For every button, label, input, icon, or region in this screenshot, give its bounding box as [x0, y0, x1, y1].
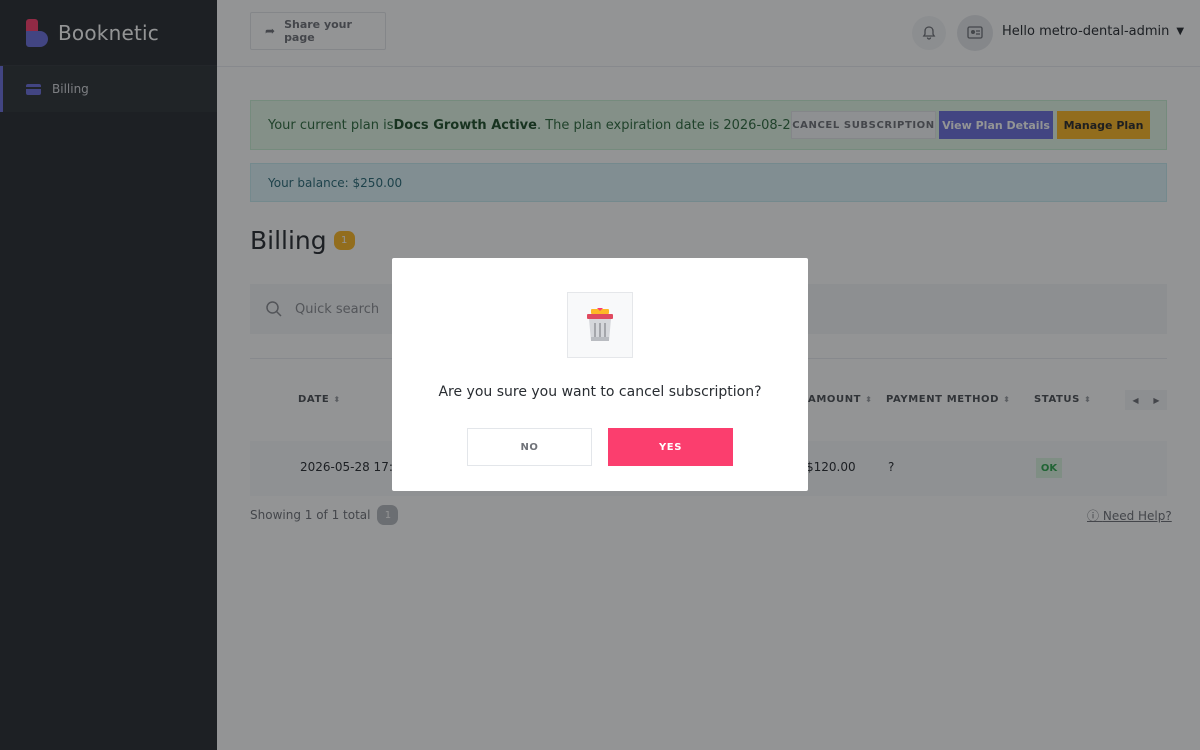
- confirm-question: Are you sure you want to cancel subscrip…: [438, 384, 762, 400]
- trash-icon: [587, 308, 613, 341]
- trash-icon-box: [567, 292, 633, 358]
- no-button[interactable]: NO: [467, 428, 592, 466]
- yes-button[interactable]: YES: [608, 428, 733, 466]
- confirm-dialog: Are you sure you want to cancel subscrip…: [392, 258, 808, 491]
